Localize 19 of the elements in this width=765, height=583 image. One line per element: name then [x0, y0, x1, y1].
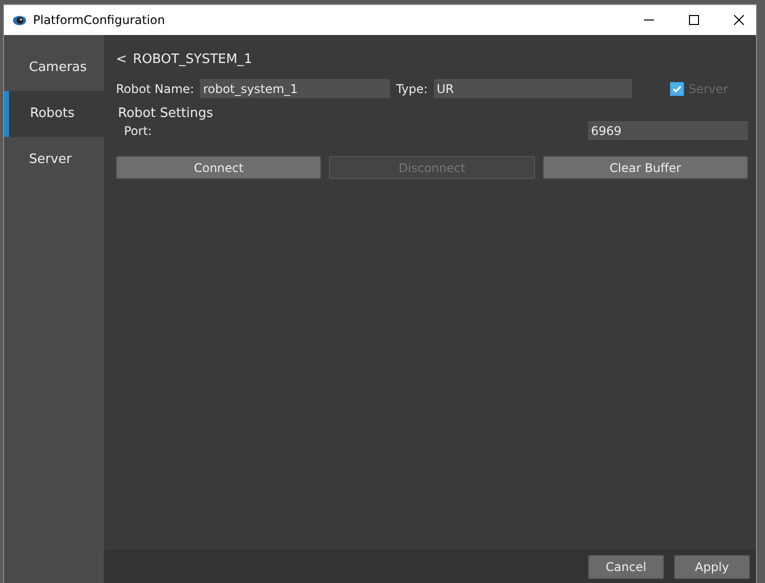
sidebar-item[interactable]: Server	[4, 137, 104, 183]
sidebar-item[interactable]: Cameras	[4, 45, 104, 91]
close-icon[interactable]	[734, 15, 744, 25]
sidebar-item[interactable]: Robots	[4, 91, 104, 137]
action-button[interactable]: Connect	[116, 156, 322, 179]
page-title: ROBOT_SYSTEM_1	[132, 52, 252, 67]
back-link[interactable]: <	[116, 52, 127, 67]
field-label: Port:	[124, 124, 152, 138]
footer-button[interactable]: Apply	[674, 554, 750, 578]
robot-name-field[interactable]: robot_system_1	[200, 79, 390, 98]
footer-button[interactable]: Cancel	[588, 554, 664, 578]
port-field[interactable]: 6969	[588, 121, 748, 140]
window-title: PlatformConfiguration	[33, 13, 165, 27]
section-title: Robot Settings	[117, 106, 214, 121]
field-label: Type:	[396, 82, 428, 96]
type-field[interactable]: UR	[434, 79, 632, 98]
field-label: Robot Name:	[116, 82, 194, 96]
action-button[interactable]: Clear Buffer	[542, 156, 748, 179]
maximize-icon[interactable]	[689, 15, 699, 25]
